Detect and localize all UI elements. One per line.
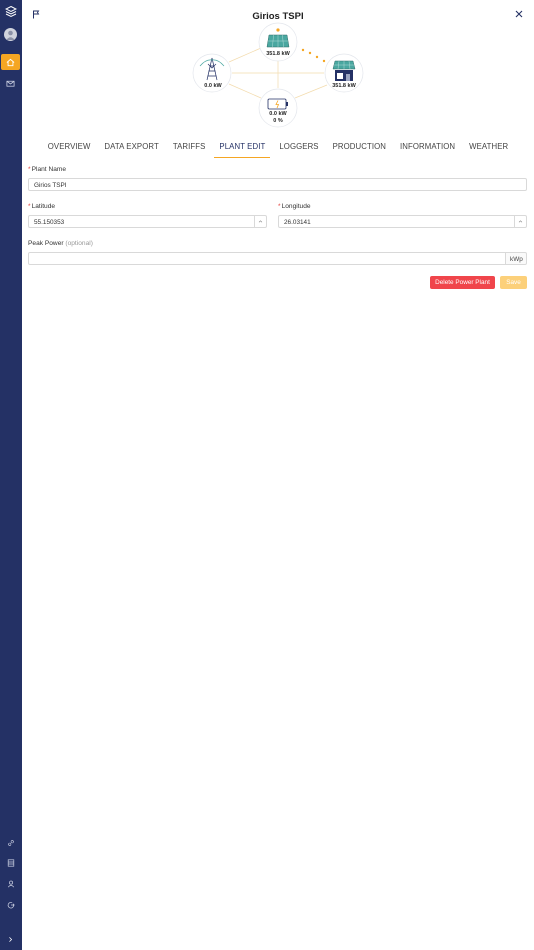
sidebar-item-logout[interactable] — [1, 897, 20, 913]
save-button[interactable]: Save — [500, 276, 527, 289]
chevron-up-icon — [518, 220, 523, 223]
link-icon — [7, 840, 14, 846]
avatar[interactable] — [4, 28, 17, 41]
tab-loggers[interactable]: LOGGERS — [272, 140, 325, 158]
latitude-label: *Latitude — [28, 203, 56, 210]
energy-flow-diagram: 351.8 kW 0.0 kW 351.8 kW 0.0 kW 0 % — [185, 22, 370, 130]
latitude-stepper[interactable] — [254, 215, 266, 228]
mail-icon — [6, 80, 15, 87]
battery-charge-label: 0 % — [273, 118, 283, 124]
peak-power-input[interactable] — [28, 252, 506, 265]
tab-bar: OVERVIEW DATA EXPORT TARIFFS PLANT EDIT … — [22, 140, 534, 158]
logout-icon — [7, 902, 15, 909]
sidebar-item-home[interactable] — [1, 54, 20, 70]
latitude-input[interactable]: 55.150353 — [28, 215, 267, 228]
page-title: Girios TSPI — [252, 11, 304, 22]
tab-weather[interactable]: WEATHER — [462, 140, 515, 158]
battery-power-label: 0.0 kW — [269, 111, 287, 117]
longitude-stepper[interactable] — [514, 215, 526, 228]
peak-power-unit: kWp — [506, 252, 527, 265]
tab-overview[interactable]: OVERVIEW — [41, 140, 98, 158]
app-logo-icon[interactable] — [5, 6, 17, 18]
sidebar-item-mail[interactable] — [1, 75, 20, 91]
home-power-label: 351.8 kW — [332, 83, 356, 89]
home-icon — [6, 58, 15, 66]
tab-production[interactable]: PRODUCTION — [326, 140, 393, 158]
sidebar-collapse-toggle[interactable] — [1, 931, 20, 947]
tab-data-export[interactable]: DATA EXPORT — [97, 140, 165, 158]
battery-icon — [267, 98, 288, 110]
peak-power-label: Peak Power (optional) — [28, 240, 93, 247]
chevron-up-icon — [258, 220, 263, 223]
plant-name-input[interactable]: Girios TSPI — [28, 178, 527, 191]
sidebar — [0, 0, 22, 950]
chevron-right-icon — [9, 936, 13, 942]
longitude-label: *Longitude — [278, 203, 311, 210]
grid-power-label: 0.0 kW — [204, 83, 222, 89]
longitude-input[interactable]: 26.03141 — [278, 215, 527, 228]
delete-power-plant-button[interactable]: Delete Power Plant — [430, 276, 495, 289]
close-icon[interactable] — [515, 10, 523, 18]
tab-information[interactable]: INFORMATION — [393, 140, 462, 158]
home-solar-icon — [332, 60, 356, 81]
solar-power-label: 351.8 kW — [266, 51, 290, 57]
sidebar-item-list[interactable] — [1, 855, 20, 871]
plant-name-label: *Plant Name — [28, 166, 67, 173]
user-icon — [7, 880, 14, 888]
list-icon — [7, 859, 14, 867]
tab-plant-edit[interactable]: PLANT EDIT — [212, 140, 272, 158]
sidebar-item-user[interactable] — [1, 876, 20, 892]
sidebar-item-links[interactable] — [1, 835, 20, 851]
tab-tariffs[interactable]: TARIFFS — [166, 140, 213, 158]
